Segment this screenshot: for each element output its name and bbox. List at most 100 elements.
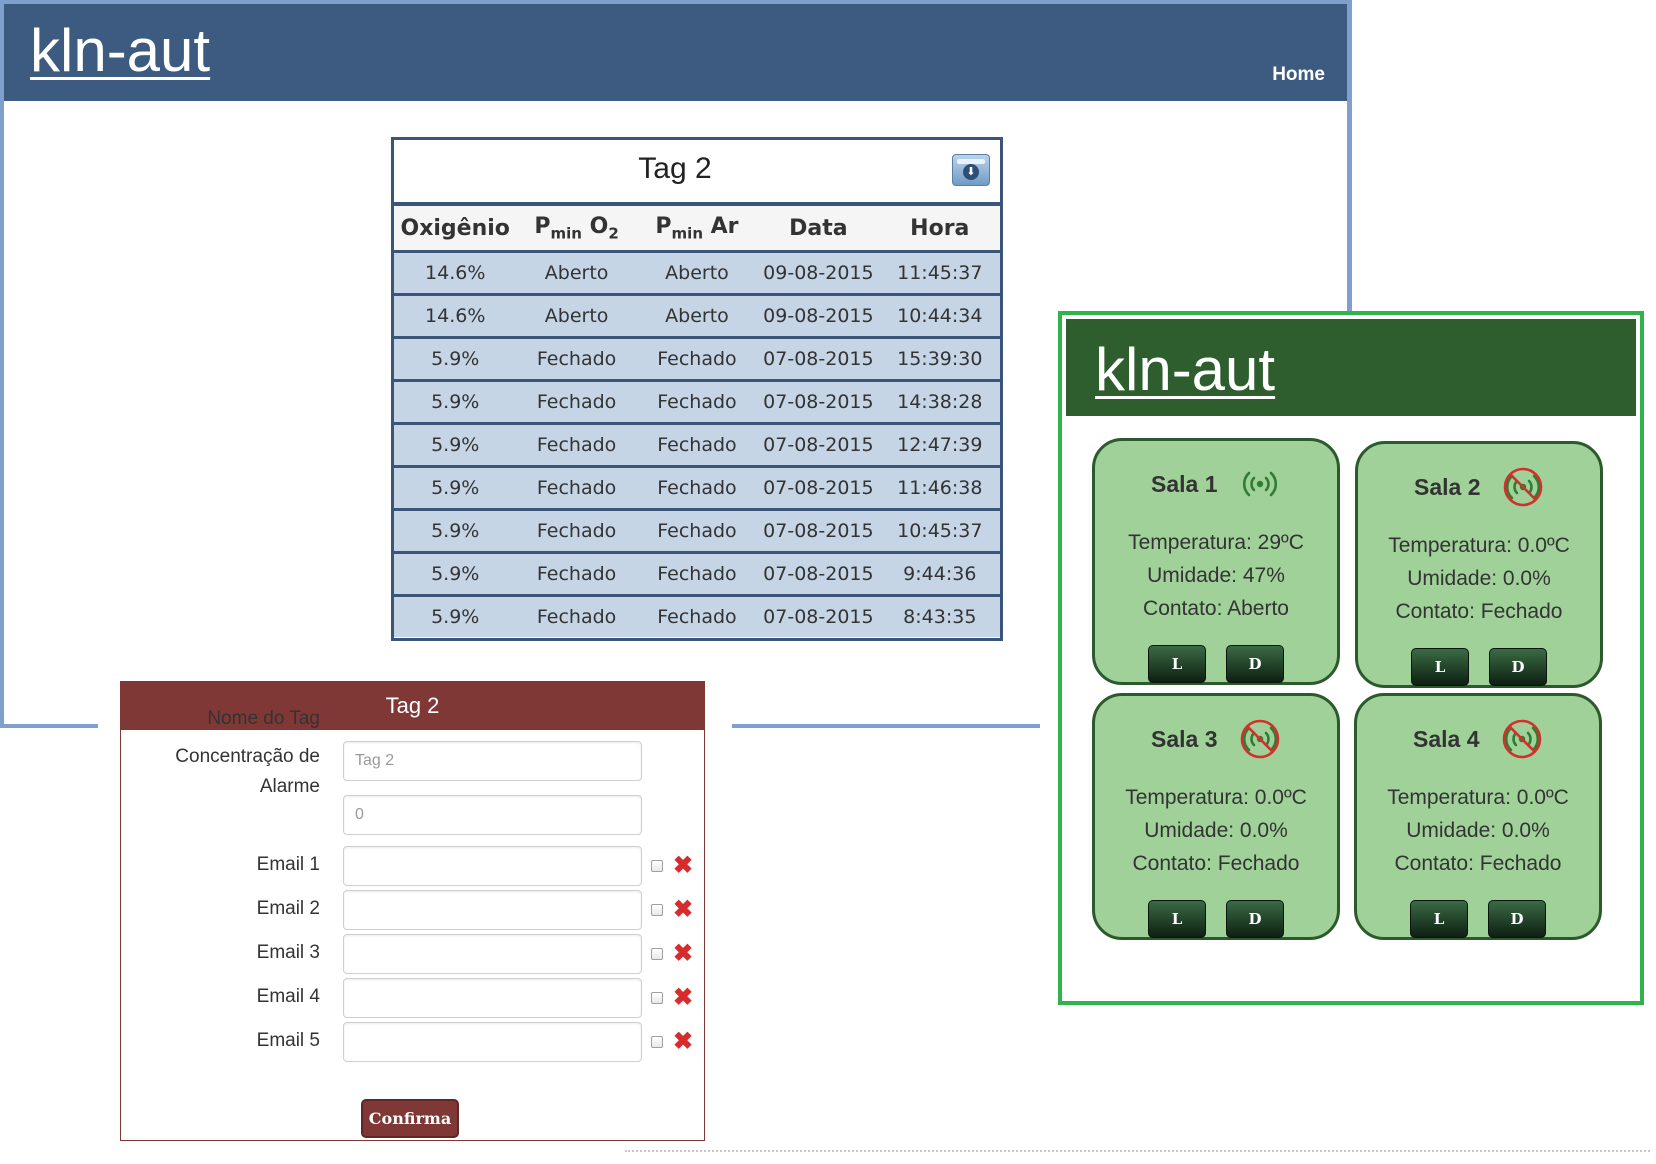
table-cell: Fechado (516, 423, 637, 468)
table-row: 14.6% Aberto Aberto 09-08-2015 10:44:34 (394, 294, 1000, 339)
table-cell: 5.9% (394, 552, 517, 597)
table-title: Tag 2 (638, 152, 712, 185)
table-cell: 5.9% (394, 380, 517, 425)
room-card: Sala 2 Temperatura: 0.0ºC Umidade: 0.0% Con… (1355, 441, 1603, 688)
table-cell: 5.9% (394, 595, 517, 637)
table-cell: Aberto (516, 251, 637, 296)
table-cell: 09-08-2015 (757, 251, 880, 296)
column-header: Data (757, 206, 880, 253)
table-row: 5.9% Fechado Fechado 07-08-2015 11:46:38 (394, 466, 1000, 511)
room-card: Sala 1 Temperatura: 29ºC Umidade: 47% Conta… (1092, 438, 1340, 685)
email-enable-checkbox[interactable] (651, 860, 663, 872)
table-cell: Aberto (636, 251, 758, 296)
email-input[interactable] (343, 978, 642, 1018)
room-contact: Contato: Aberto (1143, 597, 1289, 620)
table-cell: 07-08-2015 (757, 380, 880, 425)
table-cell: 9:44:36 (879, 552, 1000, 597)
table-cell: 07-08-2015 (757, 509, 880, 554)
email-input[interactable] (343, 1022, 642, 1062)
room-card: Sala 3 Temperatura: 0.0ºC Umidade: 0.0% Con… (1092, 693, 1340, 940)
room-card: Sala 4 Temperatura: 0.0ºC Umidade: 0.0% Con… (1354, 693, 1602, 940)
table-cell: 07-08-2015 (757, 337, 880, 382)
room-d-button[interactable]: D (1226, 900, 1284, 938)
room-l-button[interactable]: L (1148, 900, 1206, 938)
table-cell: 14.6% (394, 251, 517, 296)
tag-history-panel: Tag 2 OxigênioPmin O2Pmin ArDataHora 14.… (391, 137, 1003, 641)
confirm-button[interactable]: Confirma (361, 1099, 459, 1138)
table-cell: 07-08-2015 (757, 423, 880, 468)
table-cell: 10:45:37 (879, 509, 1000, 554)
tag-name-input[interactable]: Tag 2 (343, 741, 642, 781)
tag-settings-form: Tag 2 Nome do Tag Tag 2 Concentração de … (120, 681, 705, 1141)
table-cell: 14:38:28 (879, 380, 1000, 425)
table-cell: 09-08-2015 (757, 294, 880, 339)
green-logo-link[interactable]: kln-aut (1095, 335, 1275, 404)
table-cell: 11:45:37 (879, 251, 1000, 296)
room-title: Sala 4 (1413, 726, 1480, 752)
email-label: Email 2 (256, 898, 320, 919)
email-input[interactable] (343, 846, 642, 886)
nav-home-link[interactable]: Home (1272, 64, 1325, 86)
table-row: 14.6% Aberto Aberto 09-08-2015 11:45:37 (394, 251, 1000, 296)
room-title: Sala 3 (1151, 726, 1218, 752)
room-d-button[interactable]: D (1488, 900, 1546, 938)
tag-history-table: Oxigênio Pmin O2 Pmin Ar Data Hora 14.6% Aber… (394, 206, 1000, 637)
room-humidity: Umidade: 0.0% (1406, 819, 1550, 842)
table-cell: 5.9% (394, 466, 517, 511)
room-d-button[interactable]: D (1489, 648, 1547, 686)
room-temperature: Temperatura: 0.0ºC (1388, 534, 1570, 557)
table-cell: 07-08-2015 (757, 552, 880, 597)
delete-email-icon[interactable]: ✖ (672, 986, 694, 1010)
table-row: 5.9% Fechado Fechado 07-08-2015 12:47:39 (394, 423, 1000, 468)
signal-offline-icon (1240, 719, 1280, 759)
dotted-divider (625, 1150, 1650, 1152)
email-input[interactable] (343, 890, 642, 930)
table-cell: Aberto (636, 294, 758, 339)
room-l-button[interactable]: L (1148, 645, 1206, 683)
room-humidity: Umidade: 0.0% (1144, 819, 1288, 842)
table-row: 5.9% Fechado Fechado 07-08-2015 9:44:36 (394, 552, 1000, 597)
blue-logo-link[interactable]: kln-aut (30, 16, 210, 85)
email-enable-checkbox[interactable] (651, 948, 663, 960)
table-row: 5.9% Fechado Fechado 07-08-2015 14:38:28 (394, 380, 1000, 425)
delete-email-icon[interactable]: ✖ (672, 1030, 694, 1054)
email-input[interactable] (343, 934, 642, 974)
table-title-bar: Tag 2 (394, 140, 1000, 206)
table-cell: Fechado (516, 337, 637, 382)
table-row: 5.9% Fechado Fechado 07-08-2015 15:39:30 (394, 337, 1000, 382)
email-label: Email 1 (256, 854, 320, 875)
tag-name-label: Nome do Tag (207, 708, 320, 729)
table-cell: 8:43:35 (879, 595, 1000, 637)
room-d-button[interactable]: D (1226, 645, 1284, 683)
email-label: Email 4 (256, 986, 320, 1007)
blue-window-bottom-border (732, 724, 1040, 728)
delete-email-icon[interactable]: ✖ (672, 898, 694, 922)
alarm-concentration-label: Concentração de Alarme (175, 746, 320, 797)
delete-email-icon[interactable]: ✖ (672, 942, 694, 966)
table-cell: Fechado (636, 337, 758, 382)
room-l-button[interactable]: L (1411, 648, 1469, 686)
column-header: Hora (879, 206, 1000, 253)
green-header-bar: kln-aut (1066, 319, 1636, 416)
export-download-icon[interactable] (952, 154, 990, 186)
column-header: Pmin O2 (516, 206, 637, 253)
signal-online-icon (1242, 471, 1278, 497)
email-enable-checkbox[interactable] (651, 904, 663, 916)
email-enable-checkbox[interactable] (651, 992, 663, 1004)
table-cell: Fechado (516, 466, 637, 511)
room-contact: Contato: Fechado (1132, 852, 1300, 875)
table-row: 5.9% Fechado Fechado 07-08-2015 8:43:35 (394, 595, 1000, 637)
table-cell: 15:39:30 (879, 337, 1000, 382)
alarm-concentration-input[interactable]: 0 (343, 795, 642, 835)
table-cell: Fechado (636, 466, 758, 511)
delete-email-icon[interactable]: ✖ (672, 854, 694, 878)
table-cell: 5.9% (394, 423, 517, 468)
email-enable-checkbox[interactable] (651, 1036, 663, 1048)
table-cell: Fechado (516, 509, 637, 554)
green-app-window: kln-aut Sala 1 Temperatura: 29ºC Umidade: … (1058, 311, 1644, 1005)
column-header: Pmin Ar (636, 206, 758, 253)
room-contact: Contato: Fechado (1395, 600, 1563, 623)
room-l-button[interactable]: L (1410, 900, 1468, 938)
email-label: Email 5 (256, 1030, 320, 1051)
table-cell: 07-08-2015 (757, 595, 880, 637)
